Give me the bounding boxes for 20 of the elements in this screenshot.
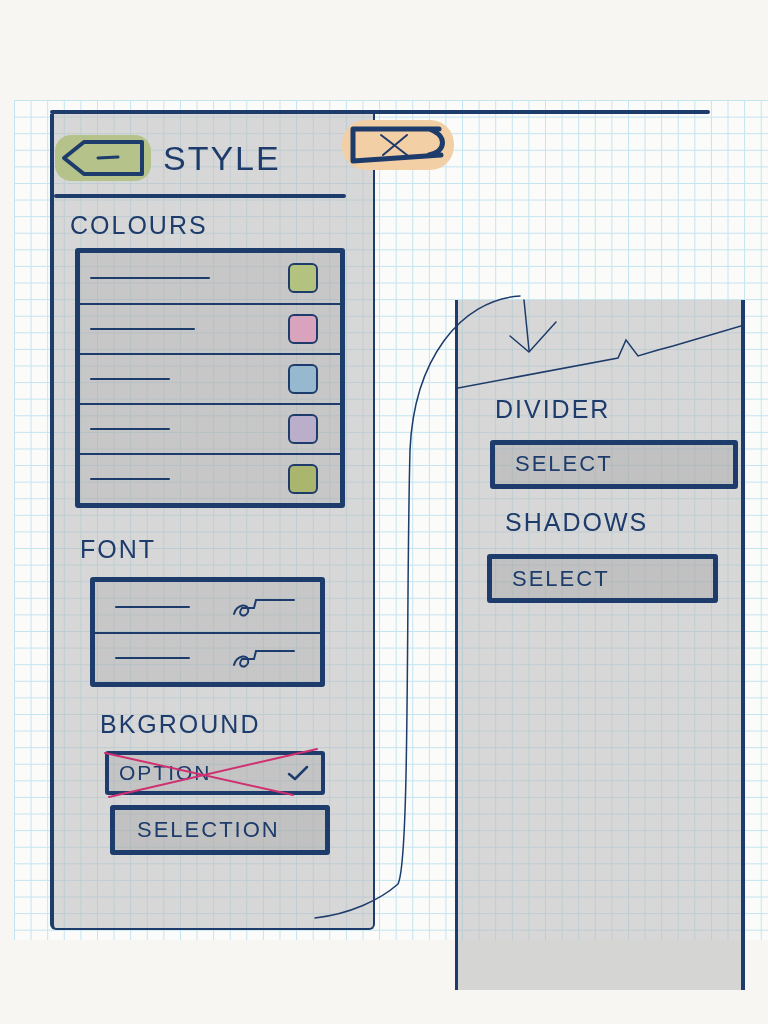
color-swatch-icon[interactable] <box>288 262 318 293</box>
arrow-left-icon <box>60 139 146 177</box>
close-button[interactable] <box>342 120 454 170</box>
select-dropdown[interactable]: SELECTION <box>110 804 330 855</box>
panel-title: STYLE <box>163 138 281 178</box>
color-swatch-icon[interactable] <box>288 313 318 344</box>
section-label: COLOURS <box>70 212 208 240</box>
color-swatch-icon[interactable] <box>288 363 318 394</box>
section-label: DIVIDER <box>495 396 611 424</box>
squiggle-icon <box>232 596 296 618</box>
section-label: SHADOWS <box>505 508 649 536</box>
close-icon <box>349 125 447 165</box>
select-dropdown[interactable]: SELECT <box>490 439 738 489</box>
color-swatch-icon[interactable] <box>288 463 318 494</box>
select-dropdown[interactable]: SELECT <box>487 554 718 603</box>
squiggle-icon <box>232 647 296 669</box>
section-label: BKGROUND <box>100 711 261 739</box>
back-button[interactable] <box>55 135 151 181</box>
section-label: FONT <box>80 535 157 563</box>
color-swatch-icon[interactable] <box>288 413 318 444</box>
